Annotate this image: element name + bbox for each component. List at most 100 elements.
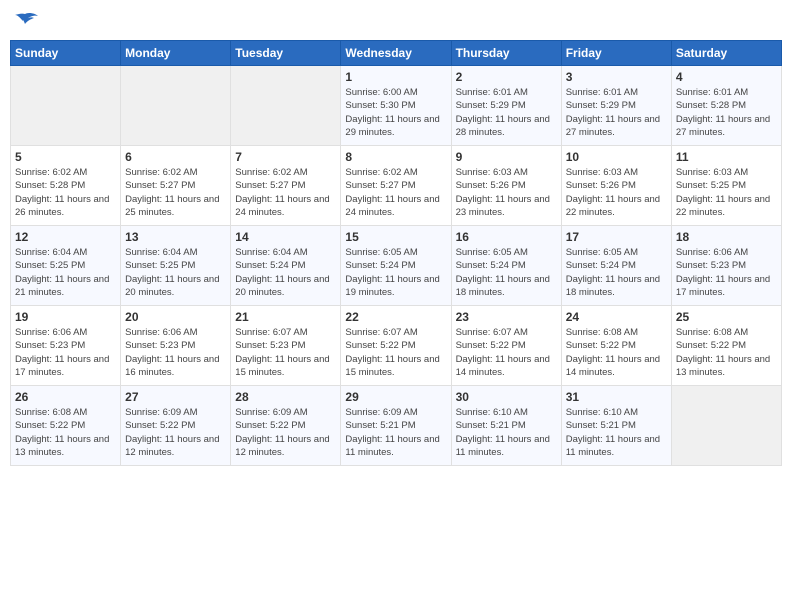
header-day-friday: Friday [561, 41, 671, 66]
day-cell: 10Sunrise: 6:03 AM Sunset: 5:26 PM Dayli… [561, 146, 671, 226]
day-info: Sunrise: 6:07 AM Sunset: 5:22 PM Dayligh… [345, 326, 446, 379]
day-info: Sunrise: 6:02 AM Sunset: 5:28 PM Dayligh… [15, 166, 116, 219]
day-cell: 5 Sunrise: 6:02 AM Sunset: 5:28 PM Daylig… [11, 146, 121, 226]
day-number: 23 [456, 310, 557, 324]
day-number: 11 [676, 150, 777, 164]
week-row-5: 26 Sunrise: 6:08 AM Sunset: 5:22 PM Dayli… [11, 386, 782, 466]
day-info: Sunrise: 6:08 AM Sunset: 5:22 PM Dayligh… [15, 406, 116, 459]
day-number: 28 [235, 390, 336, 404]
day-cell: 15Sunrise: 6:05 AM Sunset: 5:24 PM Dayli… [341, 226, 451, 306]
day-cell: 13 Sunrise: 6:04 AM Sunset: 5:25 PM Dayli… [121, 226, 231, 306]
day-number: 18 [676, 230, 777, 244]
week-row-4: 19Sunrise: 6:06 AM Sunset: 5:23 PM Dayli… [11, 306, 782, 386]
header-day-sunday: Sunday [11, 41, 121, 66]
calendar-table: SundayMondayTuesdayWednesdayThursdayFrid… [10, 40, 782, 466]
header-day-monday: Monday [121, 41, 231, 66]
day-number: 31 [566, 390, 667, 404]
day-info: Sunrise: 6:05 AM Sunset: 5:24 PM Dayligh… [566, 246, 667, 299]
day-cell: 17 Sunrise: 6:05 AM Sunset: 5:24 PM Dayli… [561, 226, 671, 306]
day-cell: 31 Sunrise: 6:10 AM Sunset: 5:21 PM Dayli… [561, 386, 671, 466]
day-cell: 29 Sunrise: 6:09 AM Sunset: 5:21 PM Dayli… [341, 386, 451, 466]
day-info: Sunrise: 6:02 AM Sunset: 5:27 PM Dayligh… [345, 166, 446, 219]
day-cell: 22 Sunrise: 6:07 AM Sunset: 5:22 PM Dayli… [341, 306, 451, 386]
day-cell: 27 Sunrise: 6:09 AM Sunset: 5:22 PM Dayli… [121, 386, 231, 466]
week-row-2: 5 Sunrise: 6:02 AM Sunset: 5:28 PM Daylig… [11, 146, 782, 226]
day-info: Sunrise: 6:10 AM Sunset: 5:21 PM Dayligh… [566, 406, 667, 459]
day-number: 3 [566, 70, 667, 84]
day-number: 27 [125, 390, 226, 404]
day-cell: 8 Sunrise: 6:02 AM Sunset: 5:27 PM Daylig… [341, 146, 451, 226]
day-info: Sunrise: 6:07 AM Sunset: 5:22 PM Dayligh… [456, 326, 557, 379]
day-info: Sunrise: 6:02 AM Sunset: 5:27 PM Dayligh… [125, 166, 226, 219]
day-cell: 24 Sunrise: 6:08 AM Sunset: 5:22 PM Dayli… [561, 306, 671, 386]
day-number: 30 [456, 390, 557, 404]
day-info: Sunrise: 6:06 AM Sunset: 5:23 PM Dayligh… [125, 326, 226, 379]
day-cell [671, 386, 781, 466]
header-day-wednesday: Wednesday [341, 41, 451, 66]
day-cell [121, 66, 231, 146]
week-row-1: 1 Sunrise: 6:00 AM Sunset: 5:30 PM Daylig… [11, 66, 782, 146]
day-number: 17 [566, 230, 667, 244]
day-info: Sunrise: 6:04 AM Sunset: 5:25 PM Dayligh… [15, 246, 116, 299]
day-cell: 23 Sunrise: 6:07 AM Sunset: 5:22 PM Dayli… [451, 306, 561, 386]
day-info: Sunrise: 6:05 AM Sunset: 5:24 PM Dayligh… [456, 246, 557, 299]
header-day-tuesday: Tuesday [231, 41, 341, 66]
day-cell: 25 Sunrise: 6:08 AM Sunset: 5:22 PM Dayli… [671, 306, 781, 386]
week-row-3: 12Sunrise: 6:04 AM Sunset: 5:25 PM Dayli… [11, 226, 782, 306]
logo [10, 10, 44, 34]
day-cell: 21 Sunrise: 6:07 AM Sunset: 5:23 PM Dayli… [231, 306, 341, 386]
day-number: 7 [235, 150, 336, 164]
day-cell: 18 Sunrise: 6:06 AM Sunset: 5:23 PM Dayli… [671, 226, 781, 306]
day-number: 21 [235, 310, 336, 324]
day-cell: 30 Sunrise: 6:10 AM Sunset: 5:21 PM Dayli… [451, 386, 561, 466]
day-cell: 12Sunrise: 6:04 AM Sunset: 5:25 PM Dayli… [11, 226, 121, 306]
day-info: Sunrise: 6:07 AM Sunset: 5:23 PM Dayligh… [235, 326, 336, 379]
day-cell: 28Sunrise: 6:09 AM Sunset: 5:22 PM Dayli… [231, 386, 341, 466]
day-info: Sunrise: 6:06 AM Sunset: 5:23 PM Dayligh… [676, 246, 777, 299]
day-info: Sunrise: 6:04 AM Sunset: 5:24 PM Dayligh… [235, 246, 336, 299]
day-info: Sunrise: 6:01 AM Sunset: 5:28 PM Dayligh… [676, 86, 777, 139]
header-day-saturday: Saturday [671, 41, 781, 66]
day-number: 26 [15, 390, 116, 404]
day-info: Sunrise: 6:00 AM Sunset: 5:30 PM Dayligh… [345, 86, 446, 139]
day-cell: 20 Sunrise: 6:06 AM Sunset: 5:23 PM Dayli… [121, 306, 231, 386]
day-cell: 16Sunrise: 6:05 AM Sunset: 5:24 PM Dayli… [451, 226, 561, 306]
day-number: 4 [676, 70, 777, 84]
day-number: 22 [345, 310, 446, 324]
day-info: Sunrise: 6:04 AM Sunset: 5:25 PM Dayligh… [125, 246, 226, 299]
day-cell: 4 Sunrise: 6:01 AM Sunset: 5:28 PM Daylig… [671, 66, 781, 146]
day-number: 20 [125, 310, 226, 324]
day-cell: 7 Sunrise: 6:02 AM Sunset: 5:27 PM Daylig… [231, 146, 341, 226]
header-row: SundayMondayTuesdayWednesdayThursdayFrid… [11, 41, 782, 66]
header-day-thursday: Thursday [451, 41, 561, 66]
day-number: 8 [345, 150, 446, 164]
day-number: 25 [676, 310, 777, 324]
day-number: 13 [125, 230, 226, 244]
day-info: Sunrise: 6:08 AM Sunset: 5:22 PM Dayligh… [676, 326, 777, 379]
day-number: 24 [566, 310, 667, 324]
day-info: Sunrise: 6:01 AM Sunset: 5:29 PM Dayligh… [456, 86, 557, 139]
day-info: Sunrise: 6:09 AM Sunset: 5:22 PM Dayligh… [125, 406, 226, 459]
day-info: Sunrise: 6:08 AM Sunset: 5:22 PM Dayligh… [566, 326, 667, 379]
day-cell [231, 66, 341, 146]
day-cell: 1 Sunrise: 6:00 AM Sunset: 5:30 PM Daylig… [341, 66, 451, 146]
day-number: 5 [15, 150, 116, 164]
day-cell: 11Sunrise: 6:03 AM Sunset: 5:25 PM Dayli… [671, 146, 781, 226]
day-info: Sunrise: 6:10 AM Sunset: 5:21 PM Dayligh… [456, 406, 557, 459]
day-cell: 9Sunrise: 6:03 AM Sunset: 5:26 PM Daylig… [451, 146, 561, 226]
day-number: 1 [345, 70, 446, 84]
page-header [10, 10, 782, 34]
day-number: 14 [235, 230, 336, 244]
day-info: Sunrise: 6:09 AM Sunset: 5:21 PM Dayligh… [345, 406, 446, 459]
day-number: 6 [125, 150, 226, 164]
day-number: 10 [566, 150, 667, 164]
day-info: Sunrise: 6:01 AM Sunset: 5:29 PM Dayligh… [566, 86, 667, 139]
day-number: 2 [456, 70, 557, 84]
day-number: 29 [345, 390, 446, 404]
day-cell: 19Sunrise: 6:06 AM Sunset: 5:23 PM Dayli… [11, 306, 121, 386]
day-cell: 6 Sunrise: 6:02 AM Sunset: 5:27 PM Daylig… [121, 146, 231, 226]
day-info: Sunrise: 6:02 AM Sunset: 5:27 PM Dayligh… [235, 166, 336, 219]
day-info: Sunrise: 6:06 AM Sunset: 5:23 PM Dayligh… [15, 326, 116, 379]
day-cell: 14 Sunrise: 6:04 AM Sunset: 5:24 PM Dayli… [231, 226, 341, 306]
day-cell: 3 Sunrise: 6:01 AM Sunset: 5:29 PM Daylig… [561, 66, 671, 146]
